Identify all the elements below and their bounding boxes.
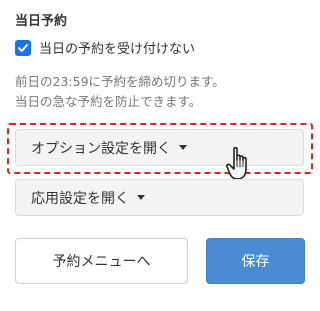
help-text-line-2: 当日の急な予約を防止できます。 [15, 94, 202, 109]
reservation-settings-panel: 当日予約 当日の予約を受け付けない 前日の23:59に予約を締め切ります。 当日… [0, 0, 320, 311]
save-button[interactable]: 保存 [206, 238, 305, 284]
checkbox-label: 当日の予約を受け付けない [39, 42, 196, 57]
section-title: 当日予約 [15, 14, 68, 29]
caret-down-icon [137, 195, 145, 200]
open-advanced-label: 応用設定を開く [31, 190, 129, 207]
checkmark-icon [18, 43, 28, 52]
help-text: 前日の23:59に予約を締め切ります。 当日の急な予約を防止できます。 [15, 72, 305, 112]
open-advanced-button[interactable]: 応用設定を開く [15, 179, 304, 216]
help-text-line-1: 前日の23:59に予約を締め切ります。 [15, 74, 225, 89]
go-to-reservation-menu-button[interactable]: 予約メニューへ [15, 238, 188, 284]
checkbox-checked[interactable] [15, 39, 31, 56]
caret-down-icon [179, 145, 187, 150]
open-options-label: オプション設定を開く [31, 140, 171, 157]
open-options-button[interactable]: オプション設定を開く [15, 129, 304, 166]
same-day-reservation-checkbox-row[interactable]: 当日の予約を受け付けない [15, 38, 195, 57]
